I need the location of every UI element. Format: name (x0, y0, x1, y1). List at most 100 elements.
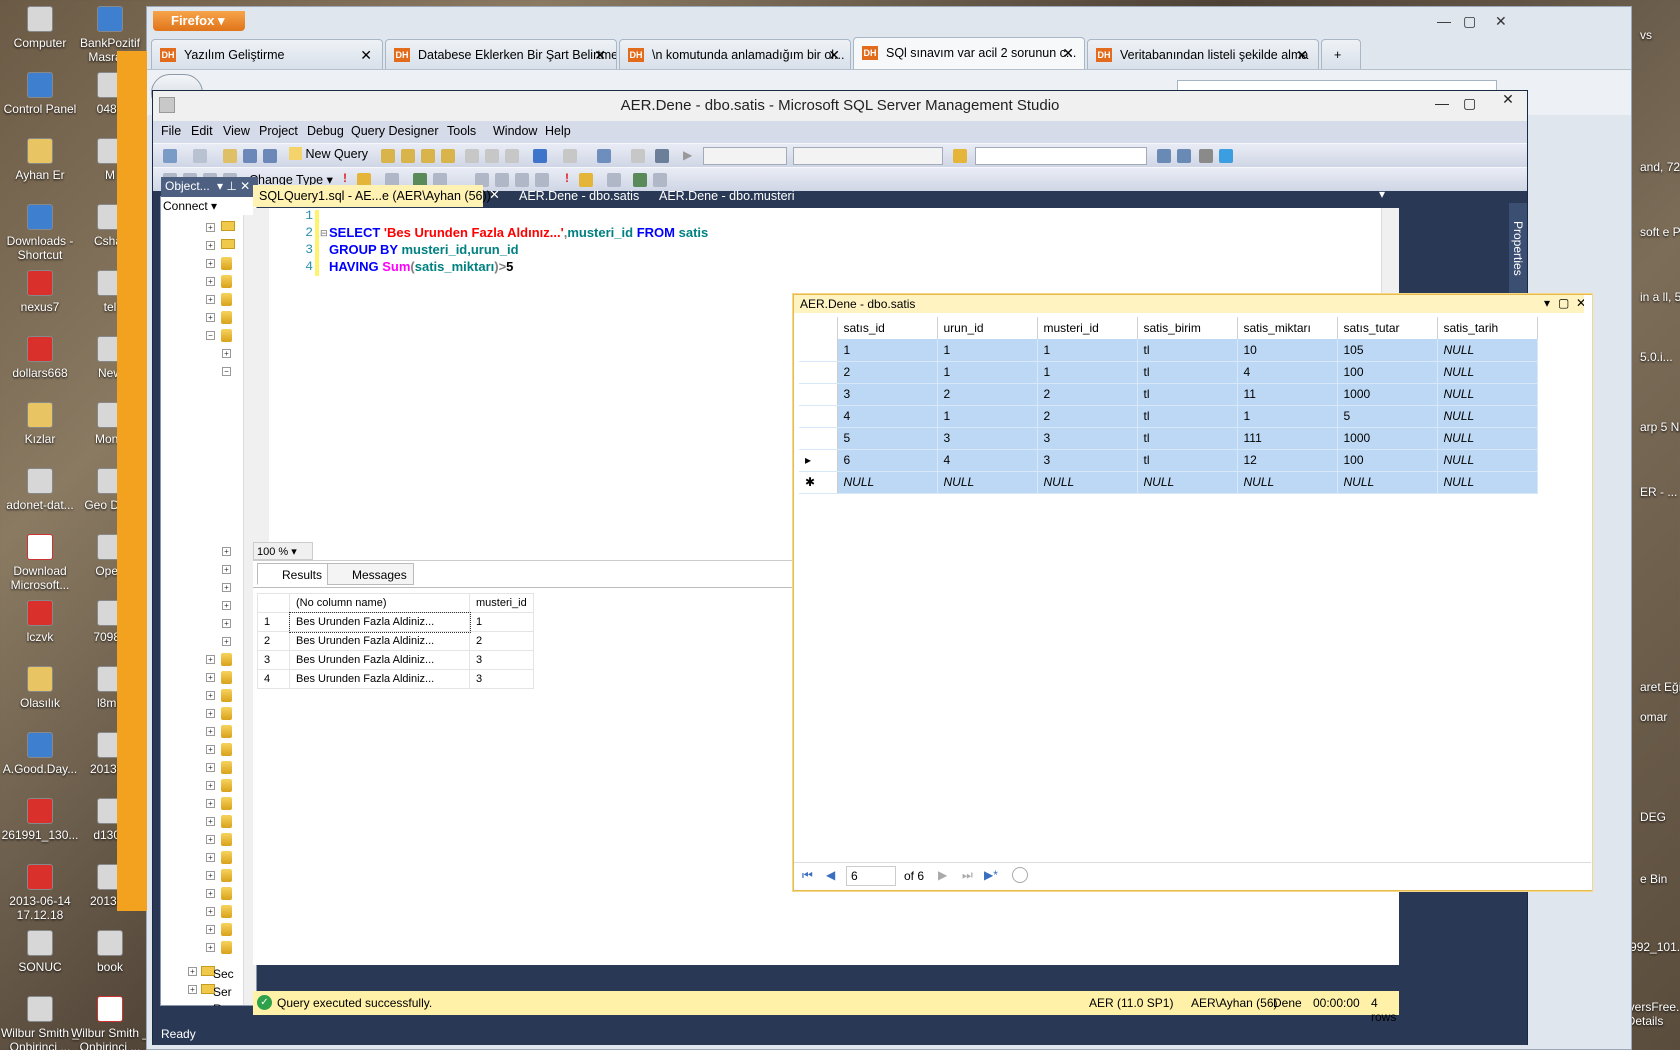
grid-cell[interactable]: 100 (1337, 361, 1438, 384)
grid-cell[interactable]: 1000 (1337, 427, 1438, 450)
column-header[interactable]: satıs_tutar (1337, 317, 1438, 339)
next-record-icon[interactable]: ▶ (938, 868, 947, 882)
grid-cell[interactable]: 3 (1037, 427, 1138, 450)
grid-cell[interactable]: tl (1137, 405, 1238, 428)
tree-item-security[interactable]: Sec (213, 967, 234, 981)
grid-cell[interactable]: 5 (837, 427, 938, 450)
current-record-input[interactable]: 6 (846, 866, 896, 886)
new-row-star-icon[interactable]: ✱ (799, 471, 838, 494)
desktop-icon[interactable]: Download Microsoft... (0, 534, 80, 592)
tree-item-server-objects[interactable]: Ser (213, 985, 232, 999)
desktop-icon[interactable]: arp 5 NE... (1640, 420, 1680, 434)
tree-expander-icon[interactable]: + (206, 907, 215, 916)
grid-cell[interactable]: 6 (837, 449, 938, 472)
query-icon[interactable] (421, 149, 435, 163)
tab-list-dropdown-icon[interactable]: ▾ (1379, 187, 1385, 201)
save-all-icon[interactable] (263, 149, 277, 163)
maximize-icon[interactable]: ▢ (1463, 95, 1476, 112)
new-tab-button[interactable]: + (1321, 39, 1361, 69)
tree-expander-icon[interactable]: + (222, 601, 231, 610)
grid-cell[interactable]: 111 (1237, 427, 1338, 450)
grid-cell[interactable]: 1 (1037, 361, 1138, 384)
query-icon[interactable] (441, 149, 455, 163)
tab-dbo-musteri[interactable]: AER.Dene - dbo.musteri (653, 185, 803, 207)
column-header[interactable]: urun_id (937, 317, 1038, 339)
column-header[interactable]: satis_birim (1137, 317, 1238, 339)
desktop-icon[interactable]: Kızlar (0, 402, 80, 446)
tree-expander-icon[interactable]: + (206, 943, 215, 952)
grid-cell[interactable]: tl (1137, 449, 1238, 472)
grid-cell[interactable]: NULL (1437, 405, 1538, 428)
grid-cell[interactable]: 1000 (1337, 383, 1438, 406)
grid-cell[interactable]: 4 (837, 405, 938, 428)
tab-messages[interactable]: Messages (327, 563, 414, 585)
current-row-arrow-icon[interactable]: ▸ (799, 449, 838, 472)
grid-cell[interactable]: 100 (1337, 449, 1438, 472)
result-cell[interactable]: Bes Urunden Fazla Aldiniz... (289, 669, 470, 689)
table-row[interactable]: 4 Bes Urunden Fazla Aldiniz... 3 (257, 669, 534, 689)
table-row[interactable]: 3 Bes Urunden Fazla Aldiniz... 3 (257, 650, 534, 670)
tree-expander-icon[interactable]: + (206, 817, 215, 826)
desktop-icon[interactable]: vs (1640, 28, 1652, 42)
new-query-button[interactable]: New Query (289, 147, 368, 161)
tree-expander-icon[interactable]: + (206, 799, 215, 808)
table-row[interactable]: 3 2 2 tl 11 1000 NULL (799, 383, 1538, 406)
grid-cell[interactable]: 5 (1337, 405, 1438, 428)
result-cell[interactable]: Bes Urunden Fazla Aldiniz... (289, 650, 470, 670)
tab-close-icon[interactable]: ✕ (489, 187, 500, 203)
first-record-icon[interactable]: ⏮ (802, 868, 813, 883)
tab-sqlquery1[interactable]: SQLQuery1.sql - AE...e (AER\Ayhan (56))* (253, 185, 496, 207)
tree-expander-icon[interactable]: + (206, 763, 215, 772)
desktop-icon[interactable]: 5.0.i... (1640, 350, 1673, 364)
desktop-icon[interactable]: 261991_130... (0, 798, 80, 842)
connect-button[interactable]: Connect ▾ (163, 199, 217, 213)
grid-cell[interactable]: 1 (1037, 339, 1138, 362)
undo-icon[interactable] (533, 149, 547, 163)
tree-expander-icon[interactable]: + (222, 565, 231, 574)
grid-cell[interactable]: 4 (937, 449, 1038, 472)
tree-expander-icon[interactable]: + (206, 709, 215, 718)
grid-cell[interactable]: tl (1137, 339, 1238, 362)
object-explorer-icon[interactable] (1219, 149, 1233, 163)
tree-expander-icon[interactable]: + (206, 259, 215, 268)
tree-expander-icon[interactable]: + (206, 889, 215, 898)
grid-cell[interactable]: 12 (1237, 449, 1338, 472)
tree-expander-icon[interactable]: + (188, 967, 197, 976)
firefox-menu-button[interactable]: Firefox ▾ (153, 11, 245, 31)
grid-cell[interactable]: 1 (1237, 405, 1338, 428)
column-header[interactable]: satıs_id (837, 317, 938, 339)
browser-tab[interactable]: DH \n komutunda anlamadığım bir ol... ✕ (619, 39, 851, 69)
grid-cell[interactable]: 3 (937, 427, 1038, 450)
column-header[interactable]: (No column name) (289, 593, 470, 613)
row-selector[interactable] (799, 339, 838, 362)
close-icon[interactable]: ✕ (1489, 91, 1527, 111)
menu-debug[interactable]: Debug (307, 124, 344, 138)
tree-expander-icon[interactable]: + (222, 547, 231, 556)
tree-expander-icon[interactable]: + (206, 745, 215, 754)
query-icon[interactable] (381, 149, 395, 163)
tree-expander-icon[interactable]: + (222, 637, 231, 646)
menu-file[interactable]: File (161, 124, 181, 138)
column-header[interactable]: satis_tarih (1437, 317, 1538, 339)
grid-cell[interactable]: NULL (1237, 471, 1338, 494)
minimize-icon[interactable]: — (1435, 95, 1449, 111)
desktop-icon[interactable]: SONUC (0, 930, 80, 974)
desktop-icon[interactable]: nexus7 (0, 270, 80, 314)
grid-cell[interactable]: NULL (1137, 471, 1238, 494)
desktop-icon[interactable]: Control Panel (0, 72, 80, 116)
grid-cell[interactable]: NULL (1437, 471, 1538, 494)
grid-cell[interactable]: 1 (937, 361, 1038, 384)
menu-project[interactable]: Project (259, 124, 298, 138)
desktop-icon[interactable]: e Bin (1640, 872, 1667, 886)
grid-cell[interactable]: 11 (1237, 383, 1338, 406)
tree-expander-icon[interactable]: + (206, 277, 215, 286)
grid-cell[interactable]: 4 (1237, 361, 1338, 384)
result-cell[interactable]: 2 (469, 631, 534, 651)
grid-cell[interactable]: NULL (1437, 449, 1538, 472)
grid-cell[interactable]: 10 (1237, 339, 1338, 362)
desktop-icon[interactable]: Computer (0, 6, 80, 50)
desktop-icon[interactable]: adonet-dat... (0, 468, 80, 512)
tree-expander-icon[interactable]: + (206, 241, 215, 250)
desktop-icon[interactable]: Downloads - Shortcut (0, 204, 80, 262)
platform-dropdown[interactable] (793, 147, 943, 165)
